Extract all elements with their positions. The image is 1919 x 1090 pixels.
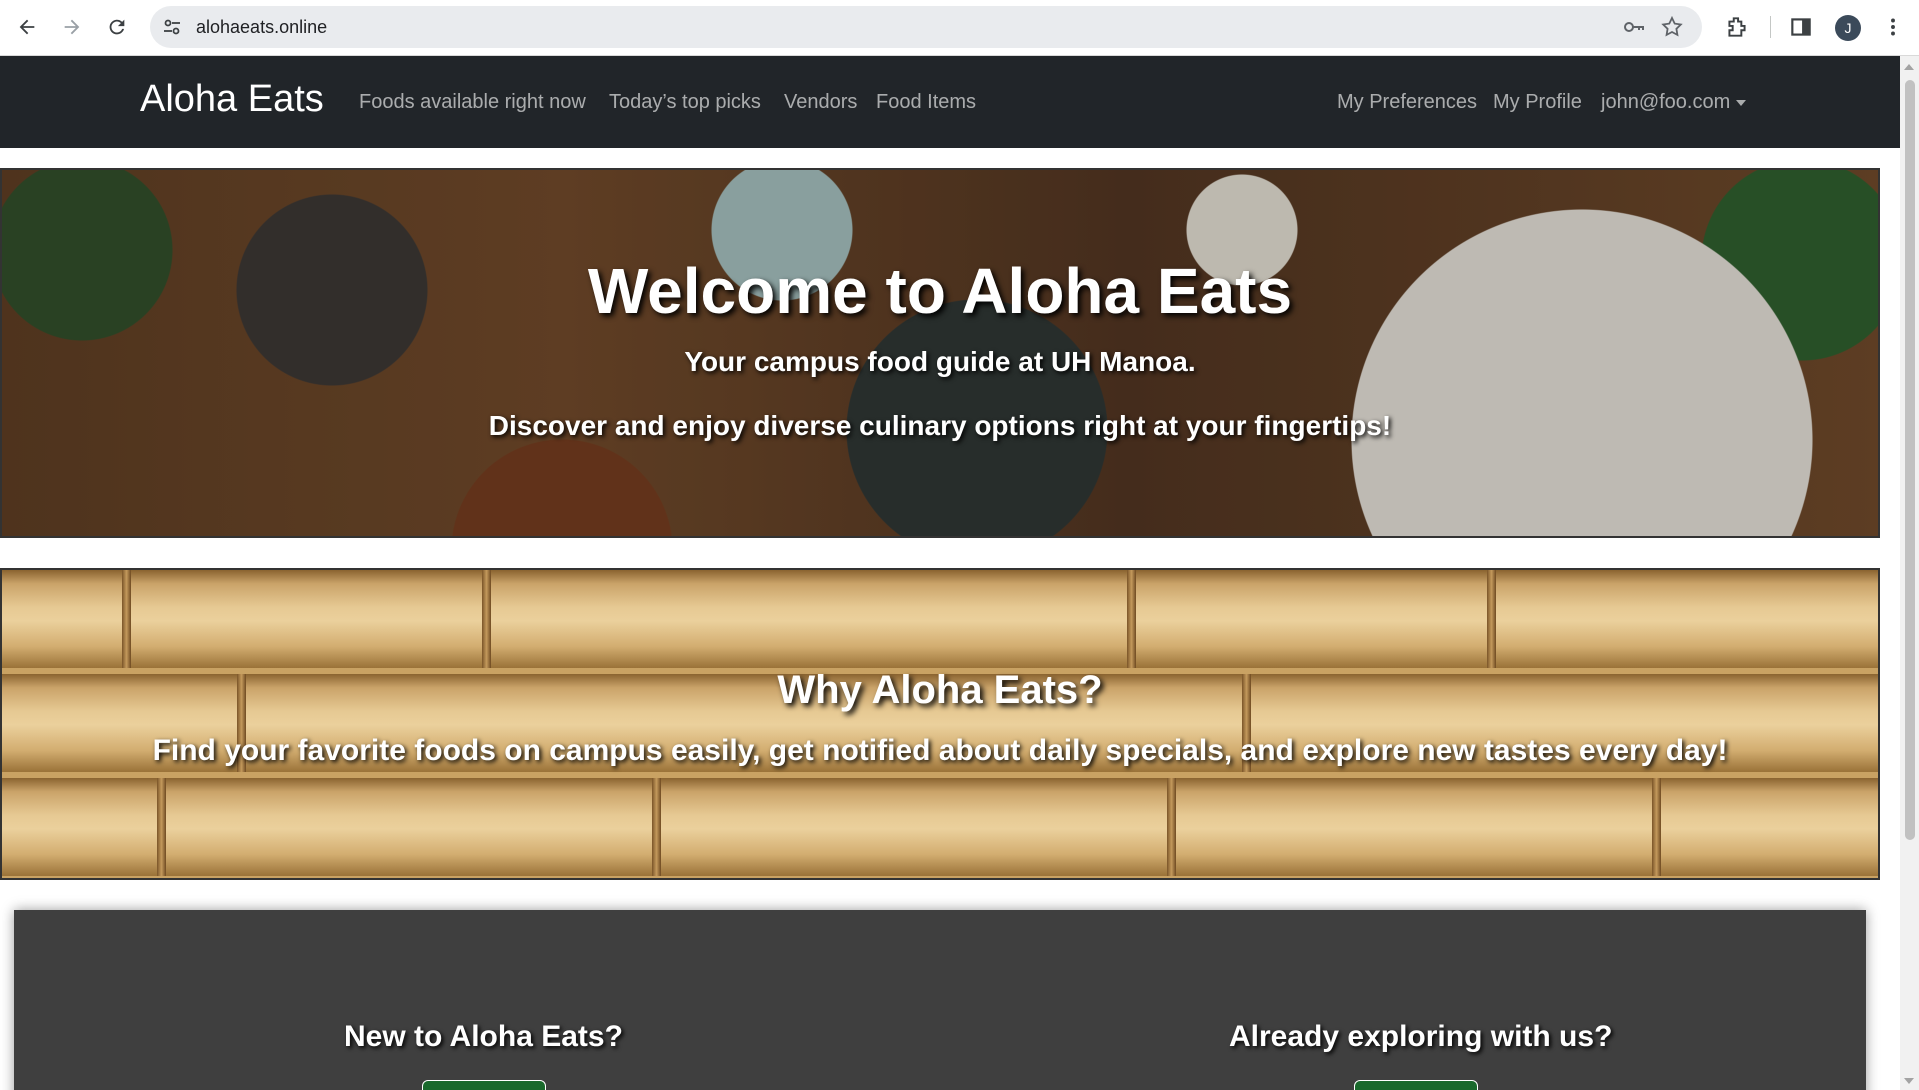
dropdown-caret-icon [1736, 99, 1747, 106]
signup-button[interactable] [422, 1080, 546, 1090]
site-navbar: Aloha Eats Foods available right now Tod… [0, 56, 1900, 148]
password-key-icon[interactable] [1622, 15, 1646, 39]
page-scrollbar[interactable] [1900, 56, 1919, 1090]
kebab-menu-icon[interactable] [1880, 14, 1906, 40]
bookmark-star-icon[interactable] [1660, 15, 1684, 39]
address-bar[interactable]: alohaeats.online [150, 6, 1702, 48]
brand-logo[interactable]: Aloha Eats [140, 78, 324, 121]
url-text[interactable]: alohaeats.online [196, 17, 327, 38]
user-dropdown[interactable]: john@foo.com [1601, 91, 1747, 114]
forward-icon[interactable] [55, 10, 89, 44]
hero-tagline: Discover and enjoy diverse culinary opti… [488, 410, 1392, 441]
why-section: Why Aloha Eats? Find your favorite foods… [0, 568, 1880, 880]
new-user-heading: New to Aloha Eats? [344, 1020, 623, 1053]
user-email: john@foo.com [1601, 91, 1731, 113]
scroll-down-icon[interactable] [1904, 1078, 1914, 1084]
nav-link-top-picks[interactable]: Today’s top picks [609, 91, 761, 114]
side-panel-icon[interactable] [1788, 14, 1814, 40]
profile-avatar[interactable]: J [1835, 15, 1861, 41]
hero-title: Welcome to Aloha Eats [587, 255, 1293, 327]
hero-banner: Welcome to Aloha Eats Your campus food g… [0, 168, 1880, 538]
reload-icon[interactable] [100, 10, 134, 44]
site-settings-icon[interactable] [160, 15, 184, 39]
browser-toolbar: alohaeats.online J [0, 0, 1919, 56]
signin-button[interactable] [1354, 1080, 1478, 1090]
existing-user-heading: Already exploring with us? [1229, 1020, 1613, 1053]
why-title: Why Aloha Eats? [777, 668, 1103, 712]
hero-subtitle: Your campus food guide at UH Manoa. [684, 346, 1196, 377]
toolbar-divider [1770, 16, 1771, 38]
back-icon[interactable] [10, 10, 44, 44]
bamboo-pole [2, 778, 1878, 876]
nav-link-foods-now[interactable]: Foods available right now [359, 91, 586, 114]
nav-link-preferences[interactable]: My Preferences [1337, 91, 1477, 114]
cta-section: New to Aloha Eats? Already exploring wit… [14, 910, 1866, 1090]
nav-link-profile[interactable]: My Profile [1493, 91, 1582, 114]
why-text: Find your favorite foods on campus easil… [152, 734, 1728, 767]
scroll-up-icon[interactable] [1904, 64, 1914, 70]
page-viewport: Aloha Eats Foods available right now Tod… [0, 56, 1900, 1090]
nav-link-food-items[interactable]: Food Items [876, 91, 976, 114]
scrollbar-thumb[interactable] [1905, 80, 1915, 840]
bamboo-pole [2, 570, 1878, 668]
extensions-icon[interactable] [1724, 14, 1750, 40]
nav-link-vendors[interactable]: Vendors [784, 91, 857, 114]
